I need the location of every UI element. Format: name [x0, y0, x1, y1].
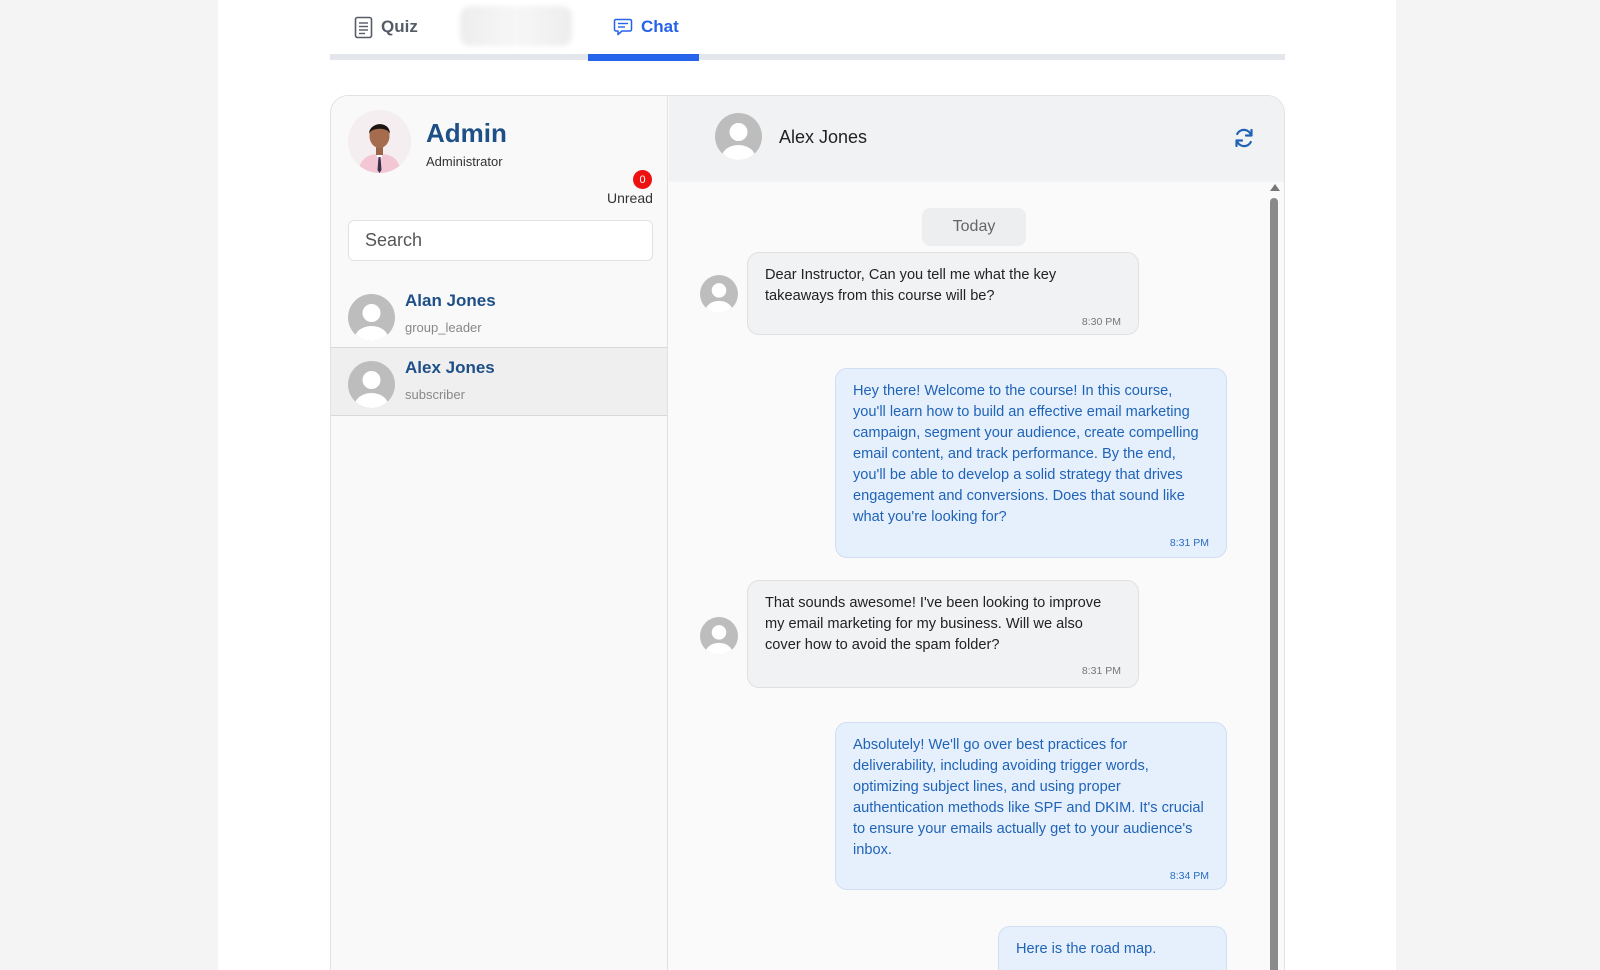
- refresh-icon[interactable]: [1233, 127, 1255, 149]
- message-bubble-outgoing: Hey there! Welcome to the course! In thi…: [835, 368, 1227, 558]
- message-text: Dear Instructor, Can you tell me what th…: [765, 267, 1057, 304]
- message-text: That sounds awesome! I've been looking t…: [765, 595, 1102, 653]
- unread-count-badge: 0: [633, 170, 652, 189]
- user-avatar-icon: [348, 294, 395, 341]
- tab-chat[interactable]: Chat: [613, 12, 679, 42]
- admin-avatar: [348, 110, 411, 173]
- conversation-contact-name: Alex Jones: [779, 127, 868, 147]
- user-avatar-icon: [715, 113, 762, 160]
- tab-blurred[interactable]: [460, 6, 572, 46]
- user-avatar-icon: [700, 275, 738, 313]
- message-time: 8:34 PM: [1169, 870, 1209, 882]
- message-bubble-incoming: Dear Instructor, Can you tell me what th…: [747, 252, 1139, 335]
- contact-name: Alex Jones: [405, 358, 495, 377]
- conversation-panel: Alex Jones Today Dear Instructor, Can yo…: [669, 96, 1284, 970]
- chat-container: Admin Administrator 0 Unread Alan Jones …: [330, 95, 1285, 970]
- message-time: 8:31 PM: [1081, 665, 1121, 677]
- tab-quiz[interactable]: Quiz: [354, 12, 418, 42]
- scrollbar-thumb[interactable]: [1270, 198, 1278, 970]
- contact-item-alex-jones[interactable]: Alex Jones subscriber: [331, 347, 667, 416]
- admin-role: Administrator: [426, 154, 503, 169]
- tab-track: [330, 54, 1285, 60]
- tab-bar: Quiz Chat: [330, 0, 1285, 61]
- scroll-up-arrow-icon[interactable]: [1270, 184, 1280, 191]
- contact-item-alan-jones[interactable]: Alan Jones group_leader: [331, 281, 667, 350]
- user-avatar-icon: [348, 361, 395, 408]
- document-icon: [354, 16, 373, 38]
- admin-name: Admin: [426, 118, 507, 148]
- message-time: 8:30 PM: [1081, 316, 1121, 328]
- contact-role: group_leader: [405, 320, 482, 335]
- message-bubble-outgoing: Here is the road map.: [998, 926, 1227, 970]
- message-text: Here is the road map.: [1016, 941, 1157, 957]
- scrollbar[interactable]: [1268, 184, 1280, 970]
- tab-quiz-label: Quiz: [381, 17, 418, 36]
- contacts-sidebar: Admin Administrator 0 Unread Alan Jones …: [331, 96, 668, 970]
- day-separator: Today: [922, 208, 1026, 246]
- contact-role: subscriber: [405, 387, 465, 402]
- message-bubble-outgoing: Absolutely! We'll go over best practices…: [835, 722, 1227, 890]
- message-text: Hey there! Welcome to the course! In thi…: [853, 383, 1199, 525]
- tab-chat-label: Chat: [641, 17, 679, 36]
- user-avatar-icon: [700, 617, 738, 655]
- search-input[interactable]: [348, 220, 653, 261]
- message-text: Absolutely! We'll go over best practices…: [853, 737, 1204, 858]
- chat-bubble-icon: [613, 18, 633, 36]
- message-bubble-incoming: That sounds awesome! I've been looking t…: [747, 580, 1139, 688]
- unread-label: Unread: [607, 190, 653, 206]
- contact-name: Alan Jones: [405, 291, 496, 310]
- message-time: 8:31 PM: [1169, 537, 1209, 549]
- active-tab-indicator: [588, 54, 699, 61]
- conversation-header: Alex Jones: [669, 96, 1284, 182]
